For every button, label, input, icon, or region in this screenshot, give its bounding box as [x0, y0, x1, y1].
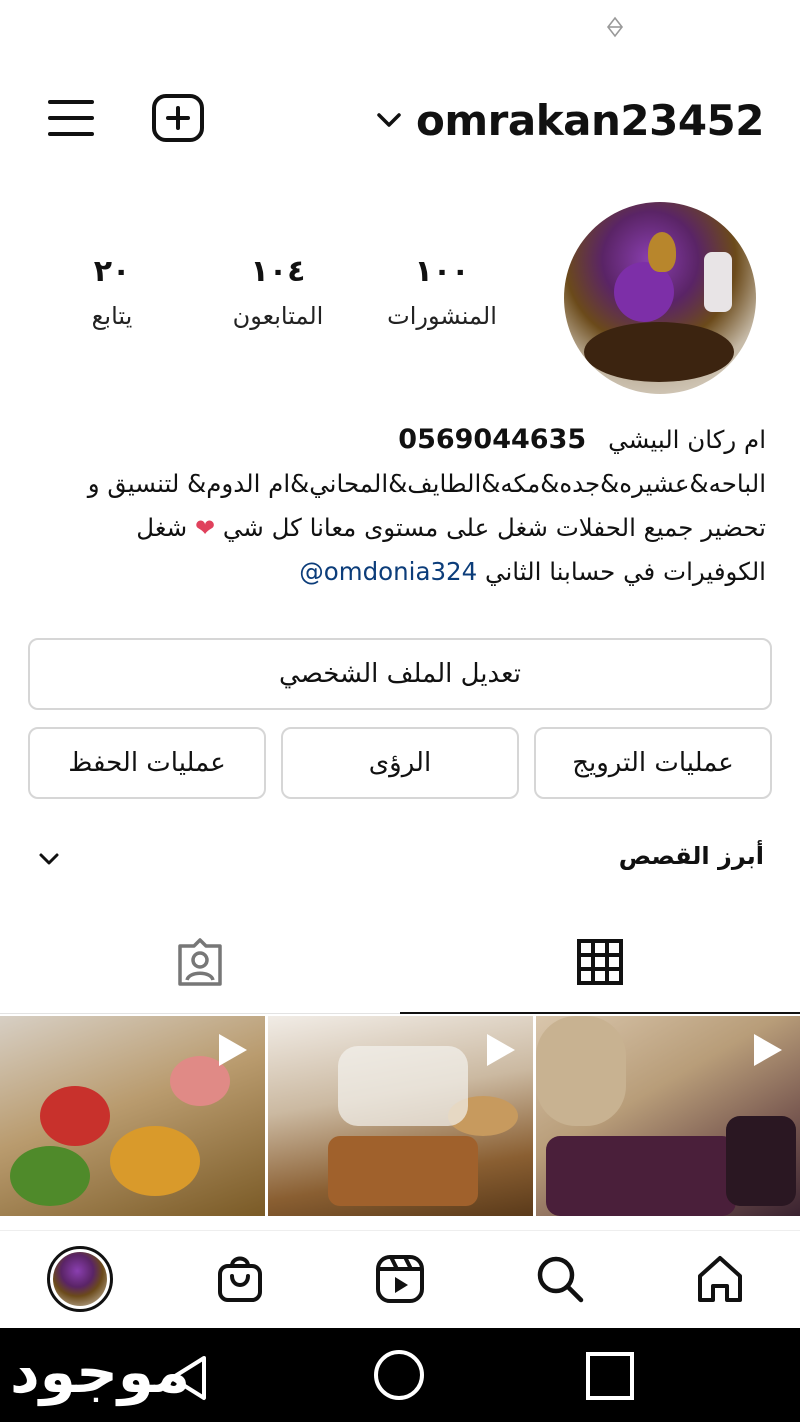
nav-search[interactable]: [522, 1241, 598, 1317]
shopping-bag-icon: [218, 1256, 262, 1302]
system-navigation-bar: موجود: [0, 1328, 800, 1422]
nav-profile[interactable]: [42, 1241, 118, 1317]
profile-avatar[interactable]: [564, 202, 756, 394]
tagged-person-icon: [178, 938, 222, 986]
recents-icon[interactable]: [586, 1352, 634, 1400]
search-icon: [537, 1256, 584, 1303]
promotions-button[interactable]: عمليات الترويج: [534, 727, 772, 799]
post-thumbnail[interactable]: [0, 1016, 265, 1216]
reel-play-icon: [754, 1034, 782, 1066]
following-stat[interactable]: ٢٠ يتابع: [42, 252, 182, 330]
reel-play-icon: [487, 1034, 515, 1066]
posts-count: ١٠٠: [414, 254, 470, 289]
post-thumbnail[interactable]: [536, 1016, 800, 1216]
create-post-icon[interactable]: [152, 94, 204, 142]
bio-name-line: ام ركان البيشي 0569044635: [40, 418, 766, 462]
bio-line-2-end: شغل: [136, 513, 188, 542]
followers-stat[interactable]: ١٠٤ المتابعون: [208, 252, 348, 330]
following-count: ٢٠: [93, 254, 131, 289]
account-switcher[interactable]: omrakan23452: [376, 92, 764, 148]
profile-header: omrakan23452: [0, 70, 800, 170]
followers-label: المتابعون: [232, 302, 324, 330]
bio-line-2: تحضير جميع الحفلات شغل على مستوى معانا ك…: [40, 506, 766, 550]
nav-shop[interactable]: [202, 1241, 278, 1317]
posts-label: المنشورات: [387, 302, 497, 330]
nav-home[interactable]: [682, 1241, 758, 1317]
nav-reels[interactable]: [362, 1241, 438, 1317]
status-bar: [0, 0, 800, 60]
profile-name: ام ركان البيشي: [608, 425, 766, 454]
signal-icon: [606, 16, 624, 38]
bio-line-1: الباحه&عشيره&جده&مكه&الطايف&المحاني&ام ا…: [87, 469, 766, 498]
saved-button[interactable]: عمليات الحفظ: [28, 727, 266, 799]
heart-icon: ❤: [194, 514, 216, 542]
home-icon: [698, 1256, 742, 1302]
followers-count: ١٠٤: [250, 254, 306, 289]
bio-line-2-text: تحضير جميع الحفلات شغل على مستوى معانا ك…: [222, 513, 766, 542]
profile-tabs: [0, 930, 800, 1014]
chevron-down-icon: [377, 113, 401, 127]
avatar: [47, 1246, 113, 1312]
watermark: موجود: [10, 1338, 191, 1406]
posts-stat: ١٠٠ المنشورات: [372, 252, 512, 330]
chevron-down-icon[interactable]: [38, 852, 60, 866]
insights-button[interactable]: الرؤى: [281, 727, 519, 799]
following-label: يتابع: [91, 302, 133, 330]
tab-tagged[interactable]: [0, 930, 400, 1014]
home-button-icon[interactable]: [374, 1350, 424, 1400]
highlights-title: أبرز القصص: [618, 842, 764, 870]
grid-icon: [577, 939, 623, 985]
reels-icon: [376, 1255, 424, 1303]
story-highlights[interactable]: أبرز القصص: [36, 836, 764, 882]
username: omrakan23452: [416, 95, 764, 145]
edit-profile-button[interactable]: تعديل الملف الشخصي: [28, 638, 772, 710]
bio-line-3: الكوفيرات في حسابنا الثاني @omdonia324: [40, 550, 766, 594]
bio-mention-link[interactable]: @omdonia324: [299, 557, 477, 586]
reel-play-icon: [219, 1034, 247, 1066]
profile-bio: ام ركان البيشي 0569044635 الباحه&عشيره&ج…: [40, 418, 766, 594]
post-thumbnail[interactable]: [268, 1016, 533, 1216]
bottom-navigation: [0, 1230, 800, 1326]
tab-grid[interactable]: [400, 930, 800, 1014]
profile-phone: 0569044635: [398, 424, 587, 455]
bio-line-3-text: الكوفيرات في حسابنا الثاني: [485, 557, 766, 586]
menu-icon[interactable]: [48, 100, 94, 136]
